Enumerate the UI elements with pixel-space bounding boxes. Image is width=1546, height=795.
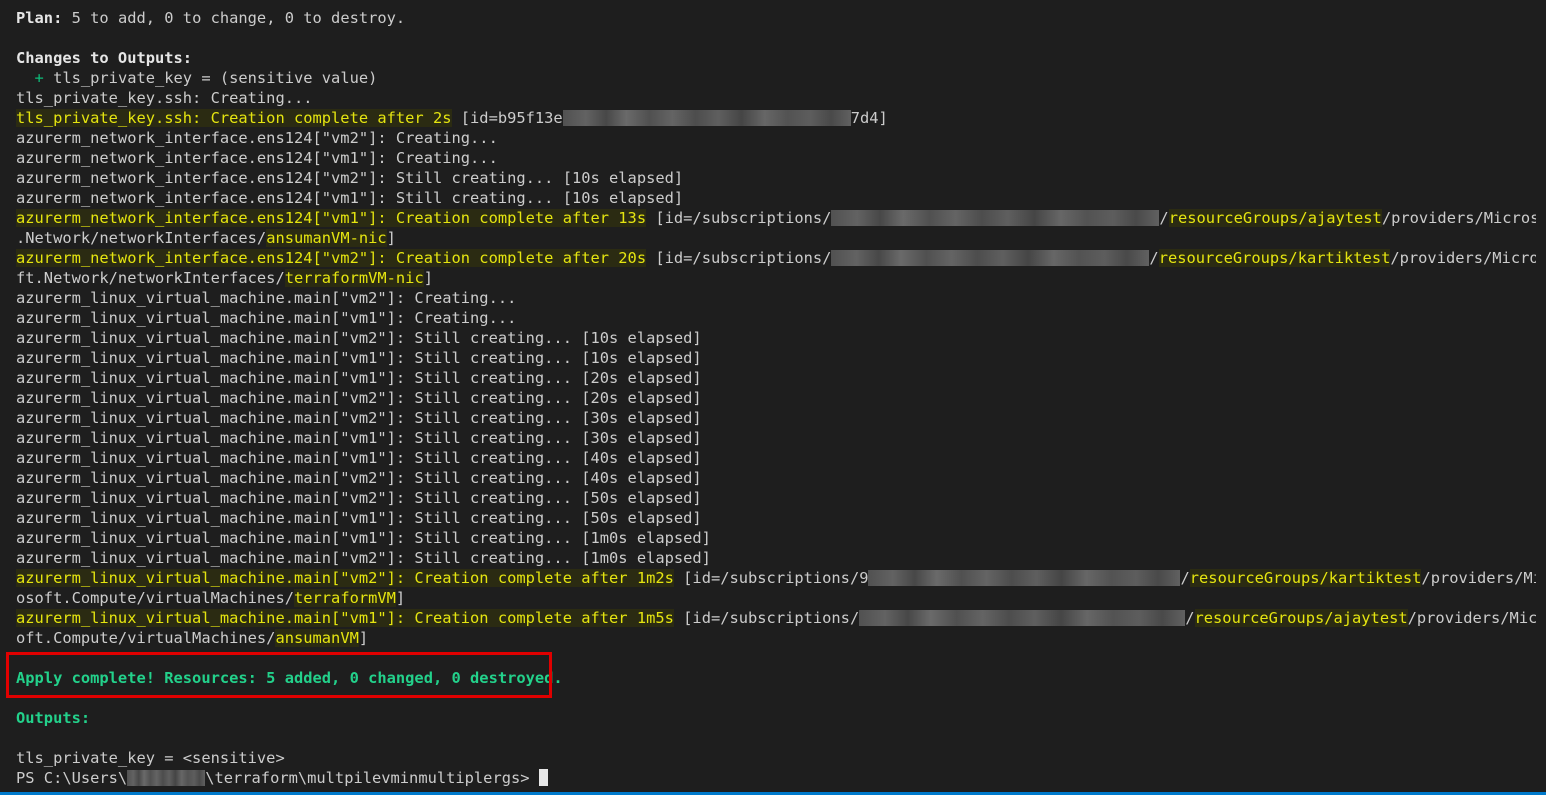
log-line: azurerm_linux_virtual_machine.main["vm1"… — [16, 349, 702, 367]
log-line: azurerm_network_interface.ens124["vm2"]:… — [16, 169, 684, 187]
text-cursor — [538, 769, 548, 786]
log-line: azurerm_linux_virtual_machine.main["vm2"… — [16, 489, 702, 507]
log-line: azurerm_linux_virtual_machine.main["vm2"… — [16, 469, 702, 487]
log-line-complete: azurerm_network_interface.ens124["vm1"]:… — [16, 209, 1536, 227]
log-line: tls_private_key.ssh: Creating... — [16, 89, 313, 107]
redacted-subscription — [831, 210, 1160, 226]
log-line-wrap: osoft.Compute/virtualMachines/terraformV… — [16, 589, 406, 607]
log-line: azurerm_linux_virtual_machine.main["vm1"… — [16, 429, 702, 447]
log-line-complete: tls_private_key.ssh: Creation complete a… — [16, 109, 888, 127]
log-line: azurerm_linux_virtual_machine.main["vm1"… — [16, 369, 702, 387]
log-line: azurerm_linux_virtual_machine.main["vm2"… — [16, 409, 702, 427]
shell-prompt[interactable]: PS C:\Users\ \terraform\multpilevminmulti… — [16, 768, 1536, 788]
log-line: azurerm_network_interface.ens124["vm1"]:… — [16, 189, 684, 207]
log-line: azurerm_linux_virtual_machine.main["vm2"… — [16, 549, 711, 567]
changes-to-outputs-heading: Changes to Outputs: — [16, 49, 193, 67]
log-line-wrap: ft.Network/networkInterfaces/terraformVM… — [16, 269, 433, 287]
terminal-output[interactable]: Plan: 5 to add, 0 to change, 0 to destro… — [0, 0, 1546, 795]
log-line-complete: azurerm_linux_virtual_machine.main["vm1"… — [16, 609, 1536, 627]
redacted-subscription — [868, 570, 1181, 586]
log-line: azurerm_linux_virtual_machine.main["vm1"… — [16, 529, 711, 547]
log-line-complete: azurerm_linux_virtual_machine.main["vm2"… — [16, 569, 1536, 587]
log-line: azurerm_linux_virtual_machine.main["vm2"… — [16, 389, 702, 407]
redacted-id — [562, 110, 851, 126]
apply-complete-message: Apply complete! Resources: 5 added, 0 ch… — [16, 669, 563, 687]
log-line-wrap: .Network/networkInterfaces/ansumanVM-nic… — [16, 229, 396, 247]
plan-line: Plan: 5 to add, 0 to change, 0 to destro… — [16, 9, 406, 27]
log-line: azurerm_network_interface.ens124["vm2"]:… — [16, 129, 498, 147]
log-line: azurerm_linux_virtual_machine.main["vm1"… — [16, 309, 517, 327]
redacted-subscription — [859, 610, 1186, 626]
log-line: azurerm_linux_virtual_machine.main["vm1"… — [16, 509, 702, 527]
outputs-heading: Outputs: — [16, 709, 91, 727]
log-line: azurerm_linux_virtual_machine.main["vm1"… — [16, 449, 702, 467]
log-line-wrap: oft.Compute/virtualMachines/ansumanVM] — [16, 629, 369, 647]
log-line-complete: azurerm_network_interface.ens124["vm2"]:… — [16, 249, 1536, 267]
redacted-username — [127, 770, 206, 786]
log-line: azurerm_linux_virtual_machine.main["vm2"… — [16, 329, 702, 347]
output-change-item: + tls_private_key = (sensitive value) — [16, 69, 378, 87]
redacted-subscription — [831, 250, 1150, 266]
output-tls-private-key: tls_private_key = <sensitive> — [16, 749, 285, 767]
log-line: azurerm_linux_virtual_machine.main["vm2"… — [16, 289, 517, 307]
log-line: azurerm_network_interface.ens124["vm1"]:… — [16, 149, 498, 167]
